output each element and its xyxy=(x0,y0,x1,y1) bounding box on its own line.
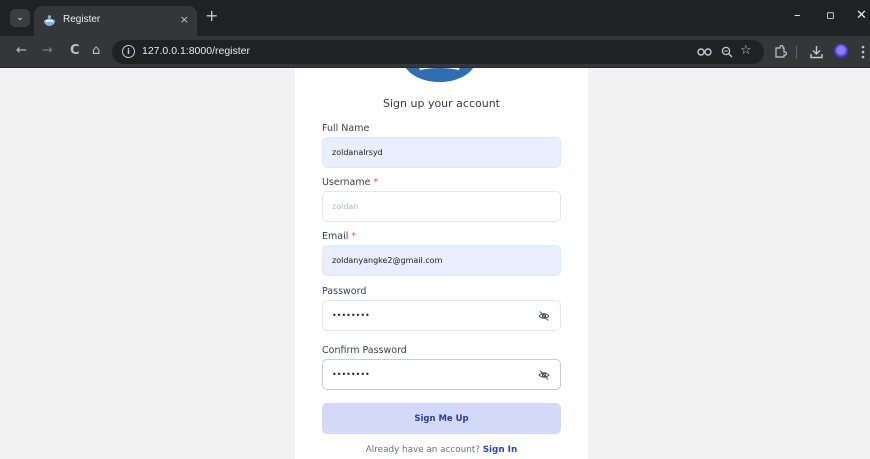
full-name-label: Full Name xyxy=(322,123,370,134)
required-mark: * xyxy=(373,177,379,188)
back-button[interactable]: ← xyxy=(16,44,27,58)
password-label: Password xyxy=(322,286,367,297)
forward-button[interactable]: → xyxy=(42,44,53,58)
username-input[interactable] xyxy=(322,191,561,222)
password-input[interactable] xyxy=(322,300,561,331)
reload-button[interactable]: C xyxy=(70,44,80,58)
confirm-password-label: Confirm Password xyxy=(322,345,407,356)
full-name-input[interactable] xyxy=(322,137,561,168)
minimize-button[interactable]: – xyxy=(794,9,801,23)
sign-up-button[interactable]: Sign Me Up xyxy=(322,403,561,434)
home-button[interactable]: ⌂ xyxy=(92,44,100,58)
tab-search-chevron-icon[interactable]: ⌄ xyxy=(10,9,30,27)
new-tab-button[interactable]: + xyxy=(205,8,218,24)
tab-register[interactable]: Register × xyxy=(34,6,197,36)
toolbar-separator xyxy=(796,46,797,59)
close-window-button[interactable]: ✕ xyxy=(856,9,867,23)
email-label: Email * xyxy=(322,231,357,242)
confirm-password-input[interactable] xyxy=(322,359,561,390)
menu-kebab-icon[interactable] xyxy=(861,45,865,59)
site-favicon-icon xyxy=(43,15,56,27)
zoom-icon[interactable] xyxy=(721,46,733,58)
restore-button[interactable]: ▫ xyxy=(826,9,835,23)
address-bar[interactable]: i 127.0.0.1:8000/register ☆ xyxy=(112,40,764,64)
download-icon[interactable] xyxy=(810,45,823,59)
sign-in-link[interactable]: Sign In xyxy=(483,445,518,455)
eye-off-icon[interactable] xyxy=(538,310,550,322)
profile-avatar[interactable] xyxy=(834,44,848,58)
eye-off-icon[interactable] xyxy=(538,369,550,381)
app-logo xyxy=(405,68,474,82)
username-label: Username * xyxy=(322,177,379,188)
site-info-icon[interactable]: i xyxy=(122,45,135,58)
required-mark: * xyxy=(351,231,357,242)
url-text[interactable]: 127.0.0.1:8000/register xyxy=(142,45,250,57)
tab-title: Register xyxy=(63,14,101,25)
bookmark-star-icon[interactable]: ☆ xyxy=(740,44,752,58)
page-viewport: Sign up your account Full Name Username … xyxy=(0,68,870,459)
signin-prompt: Already have an account? Sign In xyxy=(365,445,518,455)
extensions-icon[interactable] xyxy=(773,45,787,59)
email-input[interactable] xyxy=(322,245,561,276)
page-title: Sign up your account xyxy=(383,97,500,110)
browser-tabstrip: ⌄ Register × + – ▫ ✕ xyxy=(0,0,870,36)
browser-toolbar: ← → C ⌂ i 127.0.0.1:8000/register ☆ xyxy=(0,36,870,68)
password-key-icon[interactable] xyxy=(697,46,713,58)
tab-close-icon[interactable]: × xyxy=(180,13,189,26)
register-card: Sign up your account Full Name Username … xyxy=(295,68,588,459)
